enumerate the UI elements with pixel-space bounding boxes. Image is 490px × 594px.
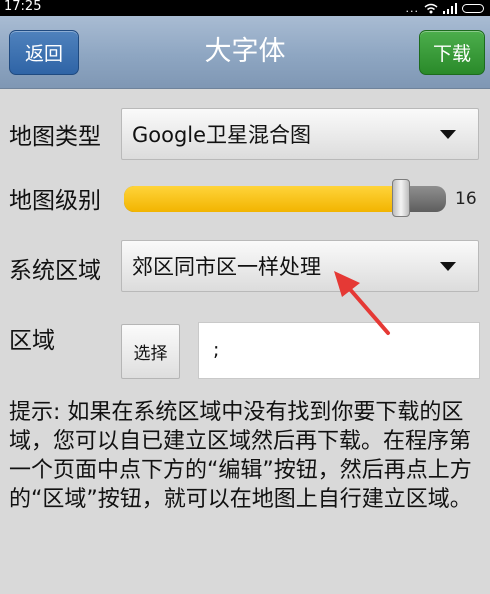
status-bar: 17:25 ... — [0, 0, 490, 16]
download-button[interactable]: 下载 — [419, 30, 485, 75]
dropdown-caret-icon — [440, 262, 456, 271]
dropdown-caret-icon — [440, 130, 456, 139]
map-type-value: Google卫星混合图 — [132, 123, 312, 147]
select-region-button[interactable]: 选择 — [121, 324, 180, 379]
map-type-label: 地图类型 — [9, 124, 101, 150]
page-title: 大字体 — [204, 36, 286, 67]
region-label: 区域 — [9, 328, 55, 354]
title-bar: 返回 大字体 下载 — [0, 16, 490, 89]
system-region-spinner[interactable]: 郊区同市区一样处理 — [121, 240, 479, 292]
map-level-slider[interactable] — [124, 179, 446, 217]
status-time: 17:25 — [4, 0, 42, 14]
map-level-value: 16 — [455, 189, 477, 209]
region-input[interactable]: ; — [198, 322, 480, 379]
hint-text: 提示: 如果在系统区域中没有找到你要下载的区域，您可以自已建立区域然后再下载。在… — [9, 400, 472, 512]
map-level-label: 地图级别 — [9, 188, 101, 214]
signal-icon — [443, 2, 457, 14]
system-region-value: 郊区同市区一样处理 — [132, 255, 321, 279]
status-dots: ... — [405, 1, 419, 15]
system-region-label: 系统区域 — [9, 258, 101, 284]
wifi-icon — [424, 3, 438, 14]
map-type-spinner[interactable]: Google卫星混合图 — [121, 108, 479, 160]
status-icons: ... — [405, 0, 484, 16]
map-level-slider-fill — [124, 186, 401, 212]
map-level-slider-thumb[interactable] — [391, 179, 410, 217]
battery-icon — [462, 3, 484, 13]
